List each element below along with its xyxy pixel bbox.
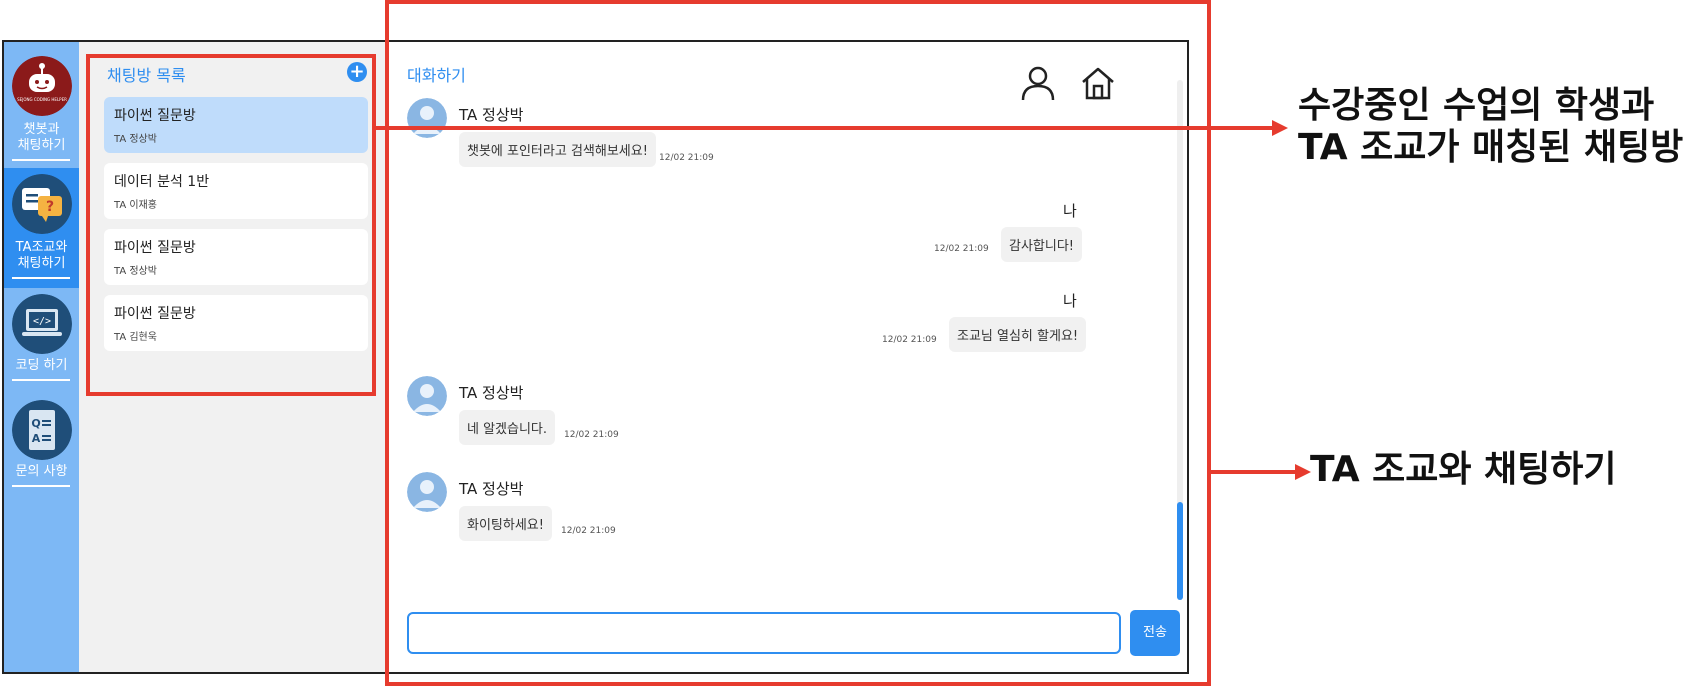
svg-text:A: A xyxy=(32,432,41,445)
nav-underline xyxy=(12,277,70,279)
svg-text:</>: </> xyxy=(33,316,51,327)
nav-item-coding[interactable]: </> 코딩 하기 xyxy=(4,290,79,390)
nav-label-line1: TA조교와 xyxy=(15,240,68,255)
question-chat-icon: ? xyxy=(12,174,72,234)
qa-document-icon: Q A xyxy=(12,400,72,460)
nav-underline xyxy=(12,159,70,161)
code-laptop-icon: </> xyxy=(12,294,72,354)
chat-highlight-box xyxy=(385,0,1211,686)
left-nav: SEJONG CODING HELPER 챗봇과 채팅하기 ? TA조교와 채팅… xyxy=(4,42,79,672)
room-list-highlight-box xyxy=(86,54,376,396)
nav-underline xyxy=(12,379,70,381)
nav-label-line1: 문의 사항 xyxy=(15,464,68,479)
logo-text: SEJONG CODING HELPER xyxy=(17,97,67,102)
nav-underline xyxy=(12,485,70,487)
svg-text:Q: Q xyxy=(31,417,40,430)
nav-item-chatbot[interactable]: SEJONG CODING HELPER 챗봇과 채팅하기 xyxy=(4,42,79,166)
nav-label-line2: 채팅하기 xyxy=(17,256,66,271)
nav-label-line1: 코딩 하기 xyxy=(15,358,68,373)
nav-item-ta-chat[interactable]: ? TA조교와 채팅하기 xyxy=(4,168,79,288)
chat-note: TA 조교와 채팅하기 xyxy=(1310,449,1617,490)
nav-label-line2: 채팅하기 xyxy=(17,138,66,153)
svg-text:?: ? xyxy=(46,199,54,215)
room-note-arrow-head xyxy=(1272,120,1288,136)
chat-note-arrow-line xyxy=(1211,470,1297,474)
room-note-line1: 수강중인 수업의 학생과 xyxy=(1298,85,1655,126)
room-note-line2: TA 조교가 매칭된 채팅방 xyxy=(1298,127,1684,168)
nav-label-line1: 챗봇과 xyxy=(23,122,60,137)
nav-item-inquiry[interactable]: Q A 문의 사항 xyxy=(4,396,79,496)
robot-logo-icon: SEJONG CODING HELPER xyxy=(12,56,72,116)
chat-note-arrow-head xyxy=(1295,464,1311,480)
room-note-arrow-line xyxy=(374,126,1274,130)
